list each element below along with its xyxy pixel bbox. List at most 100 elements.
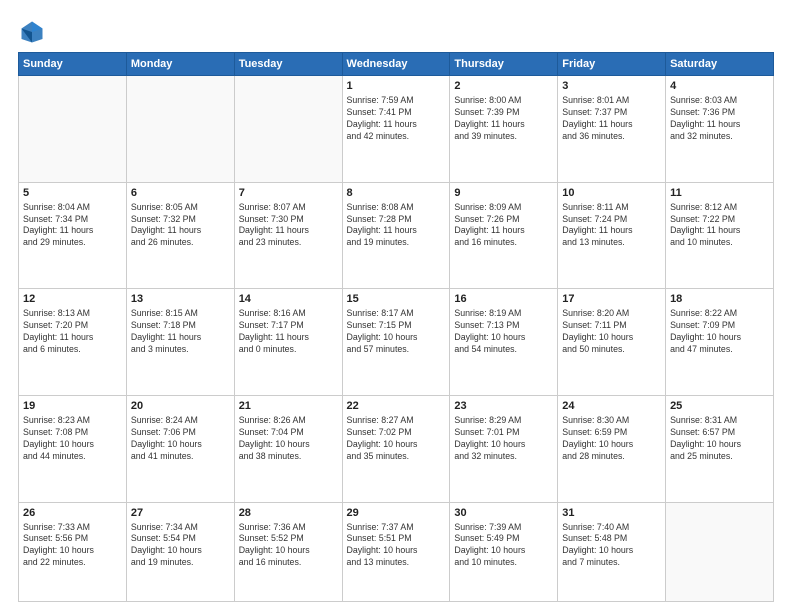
day-number: 31 [562, 507, 661, 519]
week-row-3: 12Sunrise: 8:13 AM Sunset: 7:20 PM Dayli… [19, 289, 774, 396]
day-info: Sunrise: 8:23 AM Sunset: 7:08 PM Dayligh… [23, 415, 122, 463]
day-info: Sunrise: 8:26 AM Sunset: 7:04 PM Dayligh… [239, 415, 338, 463]
day-cell [19, 76, 127, 183]
day-cell: 3 Sunrise: 8:01 AM Sunset: 7:37 PM Daylig… [558, 76, 666, 183]
day-info: Sunrise: 7:34 AM Sunset: 5:54 PM Dayligh… [131, 522, 230, 570]
day-number: 15 [347, 293, 446, 305]
day-cell [666, 502, 774, 601]
day-number: 27 [131, 507, 230, 519]
day-info: Sunrise: 7:40 AM Sunset: 5:48 PM Dayligh… [562, 522, 661, 570]
day-info: Sunrise: 8:07 AM Sunset: 7:30 PM Dayligh… [239, 202, 338, 250]
logo [18, 18, 50, 46]
day-number: 28 [239, 507, 338, 519]
week-row-2: 5 Sunrise: 8:04 AM Sunset: 7:34 PM Daylig… [19, 182, 774, 289]
day-number: 16 [454, 293, 553, 305]
day-cell: 14 Sunrise: 8:16 AM Sunset: 7:17 PM Dayli… [234, 289, 342, 396]
day-number: 14 [239, 293, 338, 305]
day-number: 2 [454, 80, 553, 92]
day-number: 21 [239, 400, 338, 412]
day-cell: 20Sunrise: 8:24 AM Sunset: 7:06 PM Dayli… [126, 395, 234, 502]
day-cell: 13Sunrise: 8:15 AM Sunset: 7:18 PM Dayli… [126, 289, 234, 396]
weekday-header-monday: Monday [126, 53, 234, 76]
day-number: 18 [670, 293, 769, 305]
day-number: 5 [23, 187, 122, 199]
day-info: Sunrise: 8:01 AM Sunset: 7:37 PM Dayligh… [562, 95, 661, 143]
day-cell: 8 Sunrise: 8:08 AM Sunset: 7:28 PM Daylig… [342, 182, 450, 289]
day-number: 20 [131, 400, 230, 412]
week-row-4: 19 Sunrise: 8:23 AM Sunset: 7:08 PM Dayli… [19, 395, 774, 502]
header [18, 18, 774, 46]
day-info: Sunrise: 7:37 AM Sunset: 5:51 PM Dayligh… [347, 522, 446, 570]
day-number: 8 [347, 187, 446, 199]
weekday-header-sunday: Sunday [19, 53, 127, 76]
week-row-5: 26 Sunrise: 7:33 AM Sunset: 5:56 PM Dayli… [19, 502, 774, 601]
day-info: Sunrise: 8:27 AM Sunset: 7:02 PM Dayligh… [347, 415, 446, 463]
day-cell [234, 76, 342, 183]
day-cell: 30Sunrise: 7:39 AM Sunset: 5:49 PM Dayli… [450, 502, 558, 601]
day-info: Sunrise: 8:22 AM Sunset: 7:09 PM Dayligh… [670, 308, 769, 356]
weekday-header-tuesday: Tuesday [234, 53, 342, 76]
day-info: Sunrise: 8:11 AM Sunset: 7:24 PM Dayligh… [562, 202, 661, 250]
weekday-header-wednesday: Wednesday [342, 53, 450, 76]
day-cell: 31 Sunrise: 7:40 AM Sunset: 5:48 PM Dayli… [558, 502, 666, 601]
day-info: Sunrise: 8:20 AM Sunset: 7:11 PM Dayligh… [562, 308, 661, 356]
day-info: Sunrise: 7:36 AM Sunset: 5:52 PM Dayligh… [239, 522, 338, 570]
day-cell: 11Sunrise: 8:12 AM Sunset: 7:22 PM Dayli… [666, 182, 774, 289]
day-cell: 9 Sunrise: 8:09 AM Sunset: 7:26 PM Daylig… [450, 182, 558, 289]
day-cell: 15 Sunrise: 8:17 AM Sunset: 7:15 PM Dayli… [342, 289, 450, 396]
day-number: 24 [562, 400, 661, 412]
day-info: Sunrise: 8:04 AM Sunset: 7:34 PM Dayligh… [23, 202, 122, 250]
day-cell: 2Sunrise: 8:00 AM Sunset: 7:39 PM Daylig… [450, 76, 558, 183]
day-info: Sunrise: 7:59 AM Sunset: 7:41 PM Dayligh… [347, 95, 446, 143]
weekday-header-thursday: Thursday [450, 53, 558, 76]
day-cell: 19 Sunrise: 8:23 AM Sunset: 7:08 PM Dayli… [19, 395, 127, 502]
weekday-header-friday: Friday [558, 53, 666, 76]
day-cell: 23 Sunrise: 8:29 AM Sunset: 7:01 PM Dayli… [450, 395, 558, 502]
day-cell: 18 Sunrise: 8:22 AM Sunset: 7:09 PM Dayli… [666, 289, 774, 396]
day-info: Sunrise: 8:12 AM Sunset: 7:22 PM Dayligh… [670, 202, 769, 250]
day-info: Sunrise: 8:09 AM Sunset: 7:26 PM Dayligh… [454, 202, 553, 250]
day-number: 22 [347, 400, 446, 412]
day-cell: 24 Sunrise: 8:30 AM Sunset: 6:59 PM Dayli… [558, 395, 666, 502]
day-number: 7 [239, 187, 338, 199]
day-cell: 4 Sunrise: 8:03 AM Sunset: 7:36 PM Daylig… [666, 76, 774, 183]
day-number: 9 [454, 187, 553, 199]
day-cell: 27 Sunrise: 7:34 AM Sunset: 5:54 PM Dayli… [126, 502, 234, 601]
day-info: Sunrise: 8:29 AM Sunset: 7:01 PM Dayligh… [454, 415, 553, 463]
logo-icon [18, 18, 46, 46]
day-cell: 5 Sunrise: 8:04 AM Sunset: 7:34 PM Daylig… [19, 182, 127, 289]
day-number: 19 [23, 400, 122, 412]
day-info: Sunrise: 8:31 AM Sunset: 6:57 PM Dayligh… [670, 415, 769, 463]
day-number: 26 [23, 507, 122, 519]
day-number: 25 [670, 400, 769, 412]
day-info: Sunrise: 8:15 AM Sunset: 7:18 PM Dayligh… [131, 308, 230, 356]
day-number: 6 [131, 187, 230, 199]
day-info: Sunrise: 8:05 AM Sunset: 7:32 PM Dayligh… [131, 202, 230, 250]
day-info: Sunrise: 8:16 AM Sunset: 7:17 PM Dayligh… [239, 308, 338, 356]
day-number: 4 [670, 80, 769, 92]
day-cell: 29 Sunrise: 7:37 AM Sunset: 5:51 PM Dayli… [342, 502, 450, 601]
day-info: Sunrise: 8:17 AM Sunset: 7:15 PM Dayligh… [347, 308, 446, 356]
day-number: 29 [347, 507, 446, 519]
day-info: Sunrise: 8:03 AM Sunset: 7:36 PM Dayligh… [670, 95, 769, 143]
day-cell: 21 Sunrise: 8:26 AM Sunset: 7:04 PM Dayli… [234, 395, 342, 502]
day-cell: 26 Sunrise: 7:33 AM Sunset: 5:56 PM Dayli… [19, 502, 127, 601]
day-number: 12 [23, 293, 122, 305]
day-cell: 22 Sunrise: 8:27 AM Sunset: 7:02 PM Dayli… [342, 395, 450, 502]
day-info: Sunrise: 8:08 AM Sunset: 7:28 PM Dayligh… [347, 202, 446, 250]
week-row-1: 1Sunrise: 7:59 AM Sunset: 7:41 PM Daylig… [19, 76, 774, 183]
day-cell: 10 Sunrise: 8:11 AM Sunset: 7:24 PM Dayli… [558, 182, 666, 289]
day-number: 3 [562, 80, 661, 92]
day-info: Sunrise: 7:39 AM Sunset: 5:49 PM Dayligh… [454, 522, 553, 570]
day-info: Sunrise: 8:30 AM Sunset: 6:59 PM Dayligh… [562, 415, 661, 463]
day-cell [126, 76, 234, 183]
day-cell: 6 Sunrise: 8:05 AM Sunset: 7:32 PM Daylig… [126, 182, 234, 289]
weekday-header-saturday: Saturday [666, 53, 774, 76]
day-number: 10 [562, 187, 661, 199]
weekday-header-row: SundayMondayTuesdayWednesdayThursdayFrid… [19, 53, 774, 76]
day-number: 23 [454, 400, 553, 412]
day-info: Sunrise: 7:33 AM Sunset: 5:56 PM Dayligh… [23, 522, 122, 570]
day-number: 17 [562, 293, 661, 305]
day-info: Sunrise: 8:19 AM Sunset: 7:13 PM Dayligh… [454, 308, 553, 356]
day-cell: 28 Sunrise: 7:36 AM Sunset: 5:52 PM Dayli… [234, 502, 342, 601]
